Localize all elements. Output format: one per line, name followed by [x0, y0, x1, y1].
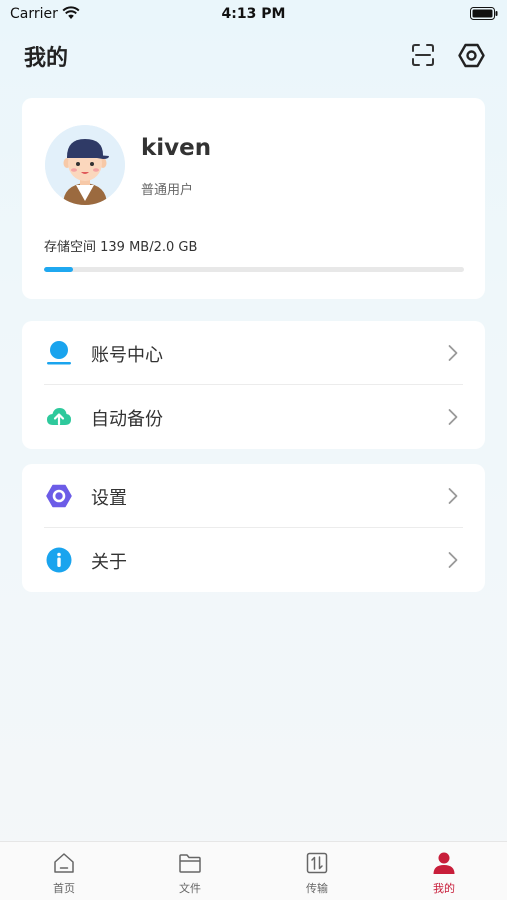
chevron-right-icon [448, 345, 458, 361]
tab-home[interactable]: 首页 [1, 842, 127, 900]
chevron-right-icon [448, 552, 458, 568]
menu-label-about: 关于 [91, 552, 127, 573]
transfer-icon [306, 852, 328, 874]
storage-progress-bar [44, 267, 464, 272]
storage-progress-fill [44, 267, 73, 272]
menu-group-account: 账号中心 自动备份 [22, 321, 485, 449]
battery-icon [470, 7, 498, 20]
menu-label-account-center: 账号中心 [91, 345, 163, 366]
page-title: 我的 [24, 46, 69, 71]
scan-icon[interactable] [410, 42, 436, 68]
avatar[interactable] [45, 125, 125, 205]
chevron-right-icon [448, 409, 458, 425]
profile-card[interactable]: kiven 普通用户 存储空间 139 MB/2.0 GB [22, 98, 485, 299]
clock: 4:13 PM [221, 6, 286, 22]
status-bar: Carrier 4:13 PM [0, 0, 507, 30]
user-level: 普通用户 [141, 183, 194, 198]
menu-item-about[interactable]: 关于 [22, 528, 485, 592]
tab-label-files: 文件 [179, 882, 201, 895]
menu-item-settings[interactable]: 设置 [22, 464, 485, 528]
user-icon [433, 852, 455, 874]
menu-label-auto-backup: 自动备份 [91, 409, 163, 430]
home-icon [54, 853, 74, 873]
tab-label-mine: 我的 [433, 882, 455, 895]
cloud-upload-icon [47, 408, 71, 426]
chevron-right-icon [448, 488, 458, 504]
info-icon [46, 547, 72, 573]
folder-icon [179, 854, 201, 873]
menu-label-settings: 设置 [91, 488, 127, 509]
menu-item-account-center[interactable]: 账号中心 [22, 321, 485, 385]
tab-mine[interactable]: 我的 [381, 842, 507, 900]
menu-group-app: 设置 关于 [22, 464, 485, 592]
menu-item-auto-backup[interactable]: 自动备份 [22, 385, 485, 449]
tab-label-home: 首页 [53, 882, 75, 895]
settings-hex-icon[interactable] [458, 42, 485, 69]
tab-bar: 首页 文件 传输 我的 [0, 841, 507, 900]
tab-transfer[interactable]: 传输 [254, 842, 380, 900]
tab-label-transfer: 传输 [306, 882, 328, 895]
username: kiven [141, 135, 212, 161]
tab-files[interactable]: 文件 [127, 842, 253, 900]
account-icon [47, 341, 71, 365]
settings-icon [46, 484, 72, 508]
storage-usage-text: 存储空间 139 MB/2.0 GB [44, 240, 198, 255]
